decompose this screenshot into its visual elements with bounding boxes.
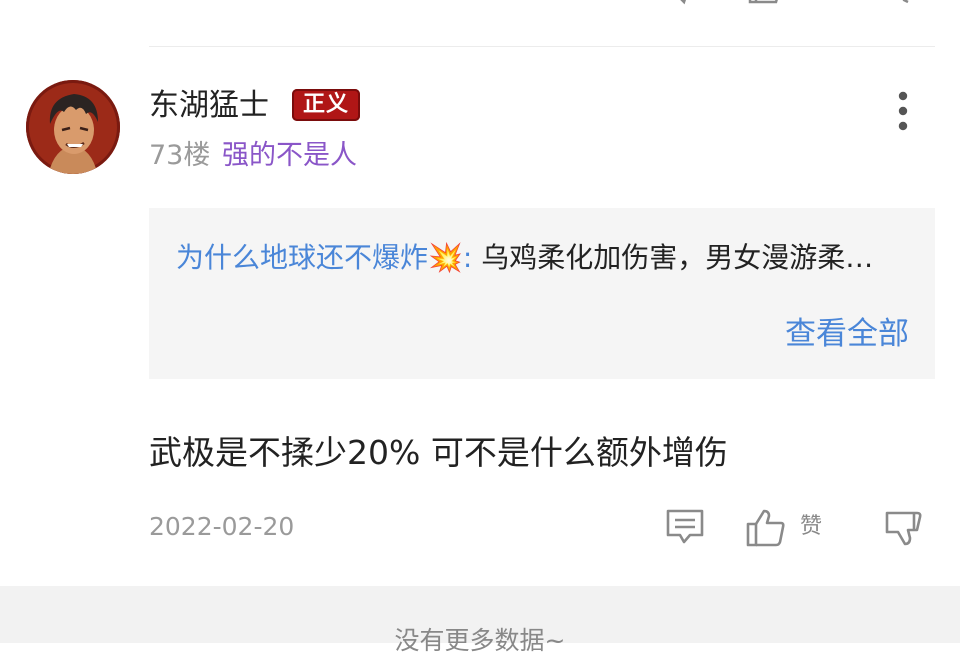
username[interactable]: 东湖猛士: [149, 86, 269, 126]
thumbs-up-icon[interactable]: [745, 508, 787, 548]
floor-number: 73楼: [149, 140, 211, 171]
list-footer: 没有更多数据~: [0, 586, 960, 655]
more-vertical-icon[interactable]: [890, 90, 916, 132]
user-title: 强的不是人: [222, 140, 357, 171]
quoted-reply[interactable]: 为什么地球还不爆炸💥: 乌鸡柔化加伤害，男女漫游柔… 查看全部: [149, 208, 935, 379]
comment-divider: [149, 46, 935, 47]
comment-content: 武极是不揉少20% 可不是什么额外增伤: [149, 433, 728, 472]
like-label[interactable]: 赞: [800, 512, 822, 542]
comment-date: 2022-02-20: [149, 512, 295, 541]
user-badge: 正义: [292, 89, 360, 121]
quoted-reply-line: 为什么地球还不爆炸💥: 乌鸡柔化加伤害，男女漫游柔…: [176, 238, 926, 278]
no-more-data-text: 没有更多数据~: [394, 626, 566, 655]
comment-icon[interactable]: [664, 508, 706, 548]
quoted-author[interactable]: 为什么地球还不爆炸💥:: [176, 241, 472, 274]
thumbs-down-icon[interactable]: [884, 508, 924, 548]
avatar-image: [26, 80, 120, 174]
avatar[interactable]: [26, 80, 120, 174]
comment-icon[interactable]: [664, 0, 704, 6]
thumbs-down-icon[interactable]: [884, 0, 924, 6]
thumbs-up-icon[interactable]: [746, 0, 786, 6]
quoted-text: 乌鸡柔化加伤害，男女漫游柔…: [472, 241, 874, 274]
previous-comment-actions: [0, 0, 960, 6]
view-all-link[interactable]: 查看全部: [785, 314, 909, 354]
